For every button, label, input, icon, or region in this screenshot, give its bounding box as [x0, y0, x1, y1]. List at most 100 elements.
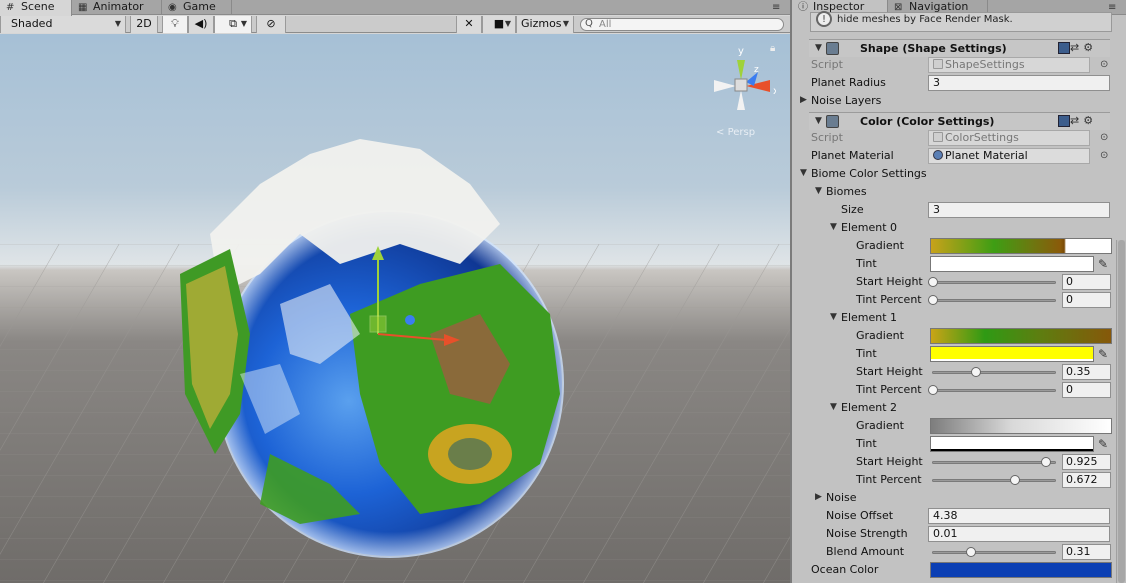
start-height-input[interactable]: 0 — [1062, 274, 1111, 290]
object-picker-icon[interactable]: ⊙ — [1100, 150, 1108, 161]
tab-animator[interactable]: ▦ Animator — [72, 0, 162, 15]
eyedropper-icon[interactable]: ✎ — [1098, 347, 1108, 361]
hidden-objects-toggle[interactable]: ⊘ — [256, 16, 286, 33]
element-1-row[interactable]: ▼ Element 1 — [792, 309, 1126, 327]
start-height-label: Start Height — [856, 365, 923, 378]
effects-dropdown[interactable]: ⧉ ▼ — [214, 16, 252, 33]
tint-color-field[interactable] — [930, 256, 1094, 272]
inspector-scrollbar[interactable] — [1116, 240, 1126, 583]
tab-game[interactable]: ◉ Game — [162, 0, 232, 15]
ocean-color-label: Ocean Color — [811, 563, 879, 576]
gradient-field[interactable] — [930, 418, 1112, 434]
camera-settings-dropdown[interactable]: ■ ▼ — [482, 16, 516, 33]
noise-row[interactable]: ▶ Noise — [792, 489, 1126, 507]
camera-icon: ■ — [493, 17, 505, 30]
biome-color-settings-row[interactable]: ▼ Biome Color Settings — [792, 165, 1126, 183]
start-height-slider[interactable] — [932, 367, 1056, 377]
start-height-slider[interactable] — [928, 277, 1056, 287]
preset-icon[interactable]: ⇄ — [1070, 114, 1083, 127]
start-height-slider[interactable] — [932, 457, 1056, 467]
planet-material-field[interactable]: Planet Material — [928, 148, 1090, 164]
panel-menu-icon[interactable]: ≡ — [772, 2, 780, 13]
ocean-color-field[interactable] — [930, 562, 1112, 578]
tint-percent-slider[interactable] — [928, 385, 1056, 395]
start-height-input[interactable]: 0.35 — [1062, 364, 1111, 380]
biomes-row[interactable]: ▼ Biomes — [792, 183, 1126, 201]
scene-viewport[interactable]: y x z 🔒︎ < Persp — [0, 34, 790, 583]
tint-percent-row: Tint Percent 0 — [792, 291, 1126, 309]
light-bulb-icon: 💡︎ — [171, 17, 179, 30]
tools-settings-button[interactable]: ✕ — [456, 16, 482, 33]
chevron-down-icon[interactable]: ▼ — [800, 168, 807, 178]
gizmos-dropdown[interactable]: Gizmos ▼ — [516, 16, 574, 33]
gradient-field[interactable] — [930, 328, 1112, 344]
lighting-toggle-button[interactable]: 💡︎ — [162, 16, 188, 33]
draw-mode-dropdown[interactable]: Shaded ▼ — [0, 16, 126, 33]
tint-percent-input[interactable]: 0 — [1062, 292, 1111, 308]
noise-strength-input[interactable]: 0.01 — [928, 526, 1110, 542]
tint-percent-input[interactable]: 0 — [1062, 382, 1111, 398]
tint-percent-input[interactable]: 0.672 — [1062, 472, 1111, 488]
color-component-header[interactable]: ▼ Color (Color Settings) ⇄⚙ — [809, 112, 1110, 130]
planet-radius-input[interactable]: 3 — [928, 75, 1110, 91]
chevron-right-icon[interactable]: ▶ — [800, 95, 807, 105]
object-picker-icon[interactable]: ⊙ — [1100, 132, 1108, 143]
scrollbar-thumb[interactable] — [1118, 240, 1125, 583]
gradient-label: Gradient — [856, 329, 904, 342]
slider-thumb[interactable] — [928, 277, 938, 287]
chevron-right-icon[interactable]: ▶ — [815, 492, 822, 502]
preset-icon[interactable]: ⇄ — [1070, 41, 1083, 54]
noise-offset-input[interactable]: 4.38 — [928, 508, 1110, 524]
chevron-down-icon[interactable]: ▼ — [830, 402, 837, 412]
lock-icon[interactable]: 🔒︎ — [770, 43, 775, 54]
chevron-down-icon[interactable]: ▼ — [815, 186, 822, 196]
blend-amount-slider[interactable] — [932, 547, 1056, 557]
element-label: Element 2 — [841, 401, 898, 414]
eyedropper-icon[interactable]: ✎ — [1098, 257, 1108, 271]
tint-percent-slider[interactable] — [928, 295, 1056, 305]
chevron-down-icon[interactable]: ▼ — [830, 222, 837, 232]
help-book-icon[interactable] — [1058, 115, 1070, 127]
projection-label[interactable]: < Persp — [716, 127, 755, 138]
tab-scene[interactable]: # Scene — [0, 0, 72, 16]
blend-amount-input[interactable]: 0.31 — [1062, 544, 1111, 560]
help-box: ! hide meshes by Face Render Mask. — [810, 11, 1112, 32]
slider-thumb[interactable] — [1040, 457, 1051, 467]
slider-thumb[interactable] — [928, 295, 938, 305]
tint-percent-label: Tint Percent — [856, 293, 922, 306]
noise-layers-row[interactable]: ▶ Noise Layers — [792, 92, 1126, 110]
slider-thumb[interactable] — [928, 385, 938, 395]
chevron-down-icon[interactable]: ▼ — [815, 43, 822, 53]
scene-tab-bar: # Scene ▦ Animator ◉ Game ≡ — [0, 0, 790, 16]
audio-toggle-button[interactable]: ◀︎) — [188, 16, 214, 33]
tab-label: Animator — [93, 0, 144, 13]
planet-material-value: Planet Material — [945, 149, 1028, 162]
chevron-down-icon[interactable]: ▼ — [815, 116, 822, 126]
y-axis-cone[interactable] — [737, 60, 745, 80]
slider-thumb[interactable] — [970, 367, 981, 377]
start-height-input[interactable]: 0.925 — [1062, 454, 1111, 470]
gradient-field[interactable] — [930, 238, 1112, 254]
gear-icon[interactable]: ⚙ — [1083, 114, 1097, 127]
size-input[interactable]: 3 — [928, 202, 1110, 218]
element-2-row[interactable]: ▼ Element 2 — [792, 399, 1126, 417]
tint-label: Tint — [856, 437, 877, 450]
chevron-down-icon[interactable]: ▼ — [830, 312, 837, 322]
element-label: Element 1 — [841, 311, 898, 324]
element-0-row[interactable]: ▼ Element 0 — [792, 219, 1126, 237]
gradient-label: Gradient — [856, 419, 904, 432]
orientation-gizmo[interactable]: y x z — [710, 42, 776, 122]
help-book-icon[interactable] — [1058, 42, 1070, 54]
shape-component-header[interactable]: ▼ Shape (Shape Settings) ⇄⚙ — [809, 39, 1110, 57]
tint-percent-slider[interactable] — [932, 475, 1056, 485]
tint-color-field[interactable] — [930, 346, 1094, 362]
gear-icon[interactable]: ⚙ — [1083, 41, 1097, 54]
tint-color-field[interactable] — [930, 436, 1094, 452]
slider-thumb[interactable] — [965, 547, 976, 557]
object-picker-icon[interactable]: ⊙ — [1100, 59, 1108, 70]
slider-thumb[interactable] — [1009, 475, 1020, 485]
scene-search-input[interactable]: Q All — [580, 18, 784, 31]
2d-toggle-button[interactable]: 2D — [130, 16, 158, 33]
eyedropper-icon[interactable]: ✎ — [1098, 437, 1108, 451]
effects-icon: ⧉ — [229, 17, 237, 30]
